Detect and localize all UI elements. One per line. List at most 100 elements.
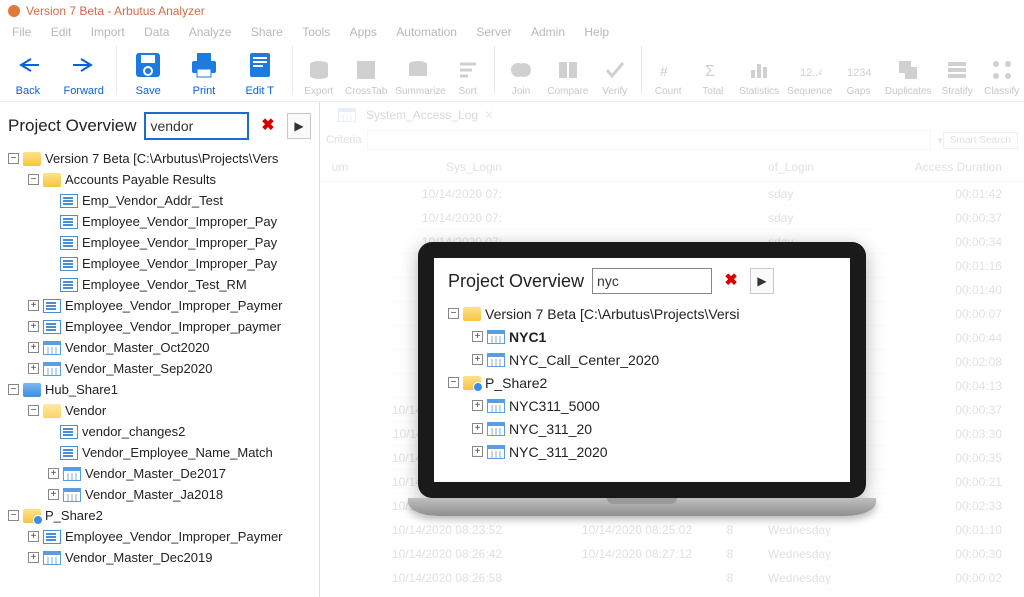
menu-tools[interactable]: Tools: [294, 25, 338, 39]
close-icon[interactable]: ✕: [484, 108, 494, 122]
col-login[interactable]: Sys_Login: [360, 160, 510, 174]
stratify-button[interactable]: Stratify: [939, 56, 976, 97]
expand-icon[interactable]: +: [472, 400, 483, 411]
expand-icon[interactable]: +: [28, 300, 39, 311]
tree-item[interactable]: Employee_Vendor_Improper_Pay: [4, 253, 315, 274]
tree-item[interactable]: +NYC311_5000: [444, 394, 840, 417]
tree-item[interactable]: +Vendor_Master_Oct2020: [4, 337, 315, 358]
tree-root[interactable]: −Version 7 Beta [C:\Arbutus\Projects\Ver…: [4, 148, 315, 169]
export-button[interactable]: Export: [300, 56, 337, 97]
menu-analyze[interactable]: Analyze: [181, 25, 240, 39]
duplicates-button[interactable]: Duplicates: [885, 56, 931, 97]
tree-vendor-folder[interactable]: −Vendor: [4, 400, 315, 421]
menu-automation[interactable]: Automation: [388, 25, 465, 39]
expand-icon[interactable]: +: [28, 342, 39, 353]
table-row[interactable]: 10/14/2020 08:23:5210/14/2020 08:25:028W…: [320, 518, 1024, 542]
tree-item[interactable]: +NYC_Call_Center_2020: [444, 348, 840, 371]
collapse-icon[interactable]: −: [8, 384, 19, 395]
tree-pshare[interactable]: −P_Share2: [444, 371, 840, 394]
save-button[interactable]: Save: [124, 47, 172, 97]
sequence-button[interactable]: 12..4Sequence: [787, 56, 832, 97]
tree-item[interactable]: Employee_Vendor_Improper_Pay: [4, 232, 315, 253]
menu-apps[interactable]: Apps: [342, 25, 385, 39]
laptop-search-input[interactable]: [593, 273, 711, 289]
collapse-icon[interactable]: −: [448, 308, 459, 319]
expand-icon[interactable]: +: [28, 531, 39, 542]
table-row[interactable]: 10/14/2020 08:26:588Wednesday00:00:02: [320, 566, 1024, 590]
tree-item[interactable]: +Vendor_Master_Ja2018: [4, 484, 315, 505]
tree-item[interactable]: +NYC_311_2020: [444, 440, 840, 463]
table-row[interactable]: 10/14/2020 07:sday00:00:37: [320, 206, 1024, 230]
menu-data[interactable]: Data: [136, 25, 177, 39]
tree-item[interactable]: Employee_Vendor_Test_RM: [4, 274, 315, 295]
tree-item[interactable]: +Employee_Vendor_Improper_paymer: [4, 316, 315, 337]
search-next-button[interactable]: ▶: [750, 268, 774, 294]
col-dur[interactable]: Access Duration: [890, 160, 1010, 174]
total-button[interactable]: ΣTotal: [695, 56, 732, 97]
expand-icon[interactable]: +: [28, 363, 39, 374]
classify-button[interactable]: Classify: [983, 56, 1020, 97]
expand-icon[interactable]: +: [472, 354, 483, 365]
back-button[interactable]: Back: [4, 47, 52, 97]
collapse-icon[interactable]: −: [28, 405, 39, 416]
menu-admin[interactable]: Admin: [523, 25, 573, 39]
tree-item[interactable]: +Vendor_Master_Sep2020: [4, 358, 315, 379]
tree-item[interactable]: Vendor_Employee_Name_Match: [4, 442, 315, 463]
tree-root[interactable]: −Version 7 Beta [C:\Arbutus\Projects\Ver…: [444, 302, 840, 325]
menu-import[interactable]: Import: [83, 25, 133, 39]
collapse-icon[interactable]: −: [8, 510, 19, 521]
tree-item[interactable]: Employee_Vendor_Improper_Pay: [4, 211, 315, 232]
tree-accounts-payable[interactable]: −Accounts Payable Results: [4, 169, 315, 190]
expand-icon[interactable]: +: [472, 331, 483, 342]
forward-button[interactable]: Forward: [60, 47, 108, 97]
criteria-input[interactable]: [367, 130, 931, 150]
menu-edit[interactable]: Edit: [43, 25, 80, 39]
menu-file[interactable]: File: [4, 25, 39, 39]
collapse-icon[interactable]: −: [8, 153, 19, 164]
collapse-icon[interactable]: −: [28, 174, 39, 185]
statistics-button[interactable]: Statistics: [739, 56, 779, 97]
summarize-button[interactable]: Summarize: [395, 56, 441, 97]
menu-server[interactable]: Server: [468, 25, 519, 39]
gaps-button[interactable]: 1234Gaps: [840, 56, 877, 97]
menu-help[interactable]: Help: [576, 25, 617, 39]
tree-pshare[interactable]: −P_Share2: [4, 505, 315, 526]
join-button[interactable]: Join: [503, 56, 540, 97]
table-row[interactable]: 10/14/2020 08:26:4210/14/2020 08:27:128W…: [320, 542, 1024, 566]
smart-search-button[interactable]: Smart Search: [943, 132, 1018, 149]
col-num[interactable]: um: [320, 160, 360, 174]
edit-button[interactable]: Edit T: [236, 47, 284, 97]
laptop-search[interactable]: [592, 268, 712, 294]
crosstab-button[interactable]: CrossTab: [345, 56, 387, 97]
tree-item[interactable]: +NYC1: [444, 325, 840, 348]
tree-hub-share[interactable]: −Hub_Share1: [4, 379, 315, 400]
clear-search-icon[interactable]: ✖: [720, 270, 742, 292]
verify-button[interactable]: Verify: [596, 56, 633, 97]
count-button[interactable]: #Count: [650, 56, 687, 97]
tree-item[interactable]: +Vendor_Master_Dec2019: [4, 547, 315, 568]
sort-button[interactable]: Sort: [449, 56, 486, 97]
compare-button[interactable]: Compare: [547, 56, 588, 97]
collapse-icon[interactable]: −: [448, 377, 459, 388]
project-search[interactable]: [144, 112, 249, 140]
tree-item[interactable]: vendor_changes2: [4, 421, 315, 442]
clear-search-icon[interactable]: ✖: [257, 115, 279, 137]
tree-item[interactable]: +Employee_Vendor_Improper_Paymer: [4, 295, 315, 316]
table-row[interactable]: 10/14/2020 07:sday00:01:42: [320, 182, 1024, 206]
tree-item[interactable]: +NYC_311_20: [444, 417, 840, 440]
tree-item[interactable]: +Vendor_Master_De2017: [4, 463, 315, 484]
expand-icon[interactable]: +: [48, 489, 59, 500]
print-button[interactable]: Print: [180, 47, 228, 97]
search-next-button[interactable]: ▶: [287, 113, 311, 139]
expand-icon[interactable]: +: [48, 468, 59, 479]
expand-icon[interactable]: +: [28, 321, 39, 332]
expand-icon[interactable]: +: [472, 446, 483, 457]
project-search-input[interactable]: [146, 118, 247, 134]
col-day[interactable]: of_Login: [760, 160, 890, 174]
tab-system-access-log[interactable]: System_Access_Log ✕: [330, 106, 502, 124]
tree-item[interactable]: +Employee_Vendor_Improper_Paymer: [4, 526, 315, 547]
expand-icon[interactable]: +: [28, 552, 39, 563]
expand-icon[interactable]: +: [472, 423, 483, 434]
menu-share[interactable]: Share: [243, 25, 291, 39]
tree-item[interactable]: Emp_Vendor_Addr_Test: [4, 190, 315, 211]
